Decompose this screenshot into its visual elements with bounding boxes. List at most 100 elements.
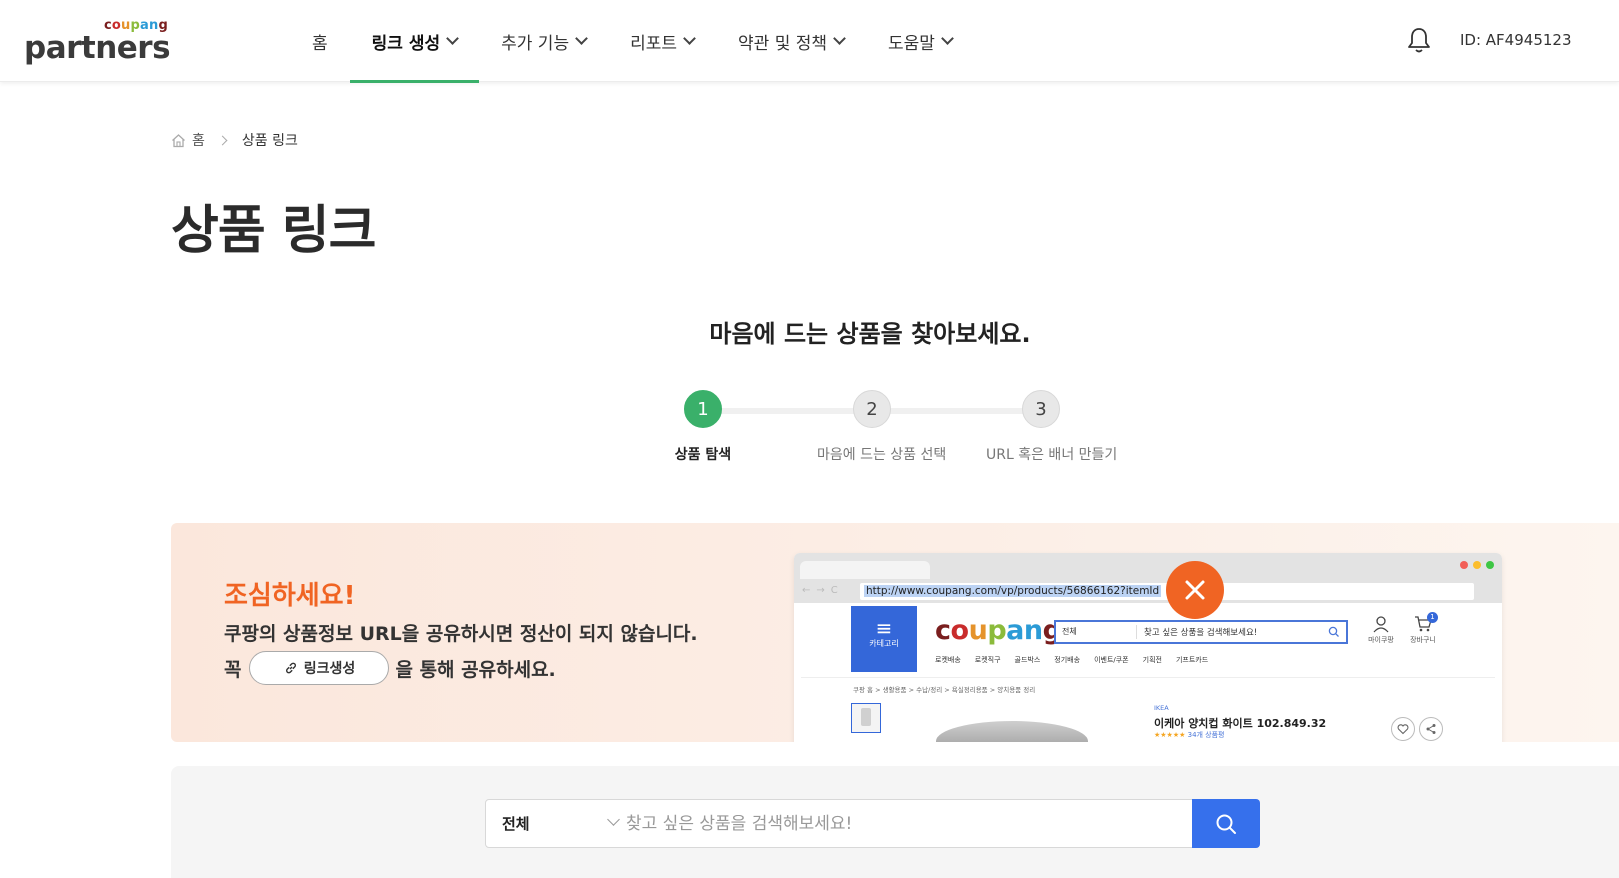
- mock-my-label: 마이쿠팡: [1368, 636, 1394, 644]
- mock-menu-item: 정기배송: [1054, 656, 1081, 664]
- step-1: 1 상품 탐색: [648, 388, 758, 464]
- progress-steps: 1 상품 탐색 2 마음에 드는 상품 선택 3 URL 혹은 배너 만들기: [648, 388, 1117, 468]
- product-search-box: 전체: [485, 799, 1193, 848]
- breadcrumb-home[interactable]: 홈: [171, 130, 205, 150]
- breadcrumb-home-label: 홈: [192, 133, 205, 149]
- nav-label: 도움말: [888, 33, 935, 54]
- nav-extra-features[interactable]: 추가 기능: [479, 0, 608, 82]
- search-category-value: 전체: [502, 815, 530, 833]
- step-number: 3: [1022, 390, 1060, 428]
- search-icon: [1216, 814, 1236, 834]
- nav-label: 리포트: [630, 33, 678, 54]
- mock-tab: [800, 561, 930, 579]
- mock-product-image: [936, 721, 1088, 742]
- chevron-down-icon: [941, 32, 954, 45]
- nav-label: 추가 기능: [501, 33, 570, 54]
- warning-title: 조심하세요!: [224, 581, 356, 611]
- step-number: 1: [684, 390, 722, 428]
- step-number: 2: [853, 390, 891, 428]
- nav-report[interactable]: 리포트: [608, 0, 716, 82]
- mock-menu-item: 기프트카드: [1175, 656, 1209, 664]
- search-category-select[interactable]: 전체: [486, 800, 624, 847]
- mock-rating: ★★★★★ 34개 상품평: [1154, 731, 1225, 739]
- mock-page: ≡ 카테고리 coupang 전체 찾고 싶은 상품을 검색해보세요! 마이쿠팡…: [801, 603, 1495, 742]
- chevron-right-icon: [217, 135, 228, 145]
- mock-sub-menu: 로켓배송 로켓직구 골드박스 정기배송 이벤트/쿠폰 기획전 기프트카드: [935, 655, 1208, 665]
- step-3: 3 URL 혹은 배너 만들기: [986, 388, 1118, 464]
- browser-mockup-illustration: ←→C http://www.coupang.com/vp/products/5…: [794, 553, 1502, 742]
- mock-search-box: 전체 찾고 싶은 상품을 검색해보세요!: [1054, 620, 1348, 644]
- section-subtitle: 마음에 드는 상품을 찾아보세요.: [709, 320, 1031, 348]
- close-dot-icon: [1460, 561, 1468, 569]
- mock-browser-chrome: ←→C http://www.coupang.com/vp/products/5…: [794, 553, 1502, 603]
- breadcrumb-current: 상품 링크: [241, 133, 298, 149]
- logo-partners-text: partners: [24, 30, 171, 66]
- search-input[interactable]: [626, 800, 1186, 847]
- mock-product-name: 이케아 양치컵 화이트 102.849.32: [1154, 717, 1327, 730]
- nav-label: 약관 및 정책: [738, 33, 828, 54]
- search-panel: 전체: [171, 766, 1619, 878]
- heart-icon: [1391, 717, 1415, 741]
- page-title: 상품 링크: [171, 201, 376, 261]
- mock-coupang-logo: coupang: [935, 615, 1062, 646]
- minimize-dot-icon: [1473, 561, 1481, 569]
- mock-category-menu: ≡ 카테고리: [851, 606, 917, 672]
- step-label: URL 혹은 배너 만들기: [986, 447, 1118, 463]
- mock-search-category: 전체: [1062, 627, 1077, 636]
- nav-label: 링크 생성: [371, 33, 441, 54]
- step-label: 상품 탐색: [674, 447, 732, 463]
- search-icon: [1328, 626, 1339, 637]
- warning-instruction: 꼭 링크생성 을 통해 공유하세요.: [224, 651, 556, 685]
- user-icon: [1373, 616, 1389, 633]
- nav-link-create[interactable]: 링크 생성: [349, 0, 480, 83]
- mock-menu-item: 기획전: [1142, 656, 1162, 664]
- mock-brand: IKEA: [1154, 704, 1169, 712]
- x-mark-icon: [1166, 561, 1224, 619]
- chevron-down-icon: [683, 32, 696, 45]
- mock-divider: [1136, 625, 1137, 639]
- mock-url-text: http://www.coupang.com/vp/products/56866…: [864, 585, 1162, 597]
- mock-search-placeholder: 찾고 싶은 상품을 검색해보세요!: [1144, 628, 1258, 638]
- link-create-label: 링크생성: [303, 661, 356, 677]
- mock-menu-item: 골드박스: [1014, 656, 1041, 664]
- mock-menu-item: 로켓직구: [974, 656, 1001, 664]
- chevron-down-icon: [575, 32, 588, 45]
- maximize-dot-icon: [1486, 561, 1494, 569]
- chevron-down-icon: [607, 813, 620, 826]
- top-header: coupang partners 홈 링크 생성 추가 기능 리포트 약관 및 …: [0, 0, 1619, 83]
- nav-terms-policy[interactable]: 약관 및 정책: [716, 0, 866, 82]
- mock-category-label: 카테고리: [869, 639, 899, 648]
- warning-prefix: 꼭: [224, 658, 242, 681]
- mock-menu-item: 이벤트/쿠폰: [1094, 656, 1129, 664]
- search-button[interactable]: [1192, 799, 1260, 848]
- chevron-down-icon: [446, 32, 459, 45]
- mock-cart-label: 장바구니: [1410, 636, 1436, 644]
- step-2: 2 마음에 드는 상품 선택: [817, 388, 947, 464]
- mock-divider: [801, 677, 1495, 678]
- step-label: 마음에 드는 상품 선택: [817, 447, 947, 463]
- home-icon: [172, 133, 185, 147]
- nav-help[interactable]: 도움말: [866, 0, 974, 82]
- chevron-down-icon: [833, 32, 846, 45]
- coupang-partners-logo[interactable]: coupang partners: [24, 18, 171, 66]
- share-icon: [1419, 717, 1443, 741]
- bell-icon[interactable]: [1406, 26, 1432, 54]
- main-nav: 홈 링크 생성 추가 기능 리포트 약관 및 정책 도움말: [290, 0, 974, 83]
- mock-menu-item: 로켓배송: [935, 656, 961, 664]
- mock-review-count: 34개 상품평: [1187, 731, 1225, 739]
- user-id[interactable]: ID: AF4945123: [1460, 31, 1572, 49]
- cart-count-badge: 1: [1427, 612, 1438, 623]
- mock-product-thumbnail: [851, 703, 881, 733]
- warning-suffix: 을 통해 공유하세요.: [395, 658, 556, 681]
- warning-text: 쿠팡의 상품정보 URL을 공유하시면 정산이 되지 않습니다.: [224, 623, 698, 645]
- breadcrumb: 홈 상품 링크: [171, 130, 298, 150]
- link-icon: [285, 662, 296, 674]
- mock-nav-arrows-icon: ←→C: [802, 585, 844, 596]
- link-create-button[interactable]: 링크생성: [249, 651, 390, 685]
- hamburger-icon: ≡: [875, 616, 893, 640]
- window-controls: [1460, 561, 1494, 569]
- nav-home[interactable]: 홈: [290, 0, 350, 82]
- mock-breadcrumb: 쿠팡 홈 > 생활용품 > 수납/정리 > 욕실정리용품 > 양치용품 정리: [853, 686, 1036, 694]
- warning-banner: 조심하세요! 쿠팡의 상품정보 URL을 공유하시면 정산이 되지 않습니다. …: [171, 523, 1619, 742]
- nav-label: 홈: [312, 33, 328, 54]
